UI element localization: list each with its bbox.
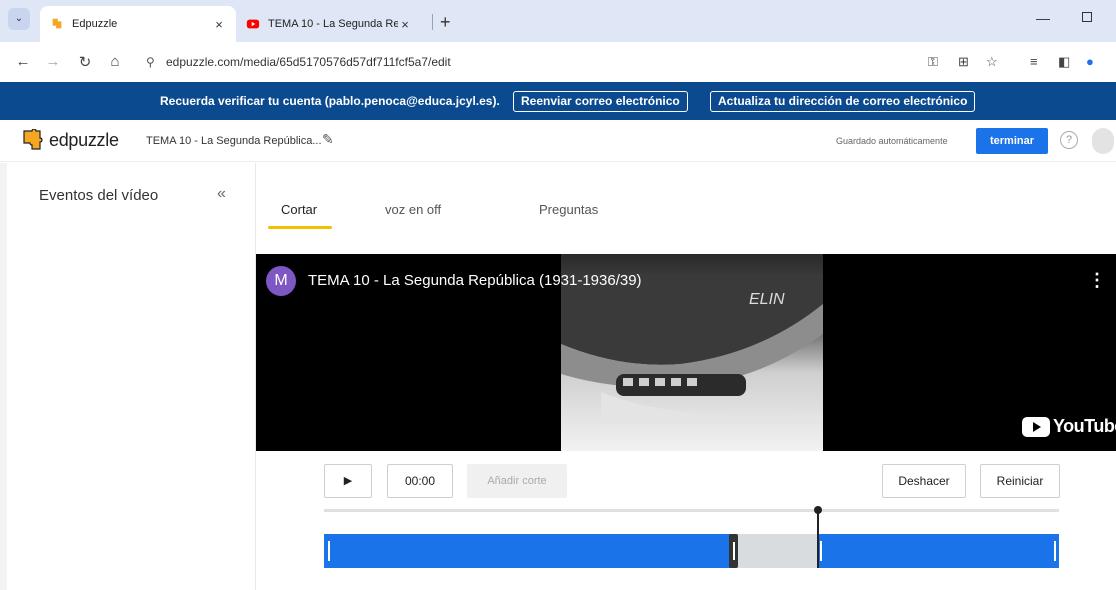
youtube-logo[interactable]: YouTube: [1022, 416, 1116, 437]
video-player[interactable]: ELIN M TEMA 10 - La Segunda República (1…: [256, 254, 1116, 451]
youtube-wordmark: YouTube: [1053, 416, 1116, 436]
side-panel-icon[interactable]: ◧: [1058, 54, 1070, 70]
banner-message: Recuerda verificar tu cuenta (pablo.peno…: [160, 94, 500, 108]
undo-button[interactable]: Deshacer: [882, 464, 966, 498]
address-bar[interactable]: ⚲ edpuzzle.com/media/65d5170576d57df711f…: [140, 48, 920, 76]
resend-email-button[interactable]: Reenviar correo electrónico: [513, 91, 688, 112]
app-header: edpuzzle TEMA 10 - La Segunda República.…: [0, 120, 1116, 162]
tab-title: Edpuzzle: [72, 18, 118, 30]
url-text: edpuzzle.com/media/65d5170576d57df711fcf…: [166, 55, 451, 69]
segment-start-handle[interactable]: [328, 541, 330, 561]
segment-start-handle[interactable]: [820, 541, 822, 561]
youtube-play-icon: [1022, 416, 1050, 437]
edit-title-pencil-icon[interactable]: ✎: [322, 131, 334, 148]
minimize-icon[interactable]: —: [1036, 10, 1050, 26]
edpuzzle-favicon-icon: [52, 18, 62, 29]
tab-strip: ⌄ Edpuzzle × TEMA 10 - La Segunda Repúbl…: [0, 0, 1116, 42]
tab-close-icon[interactable]: ×: [212, 17, 226, 32]
play-button[interactable]: ▶: [324, 464, 372, 498]
password-key-icon[interactable]: ⚿: [928, 54, 938, 70]
tab-cut[interactable]: Cortar: [281, 202, 317, 217]
back-icon[interactable]: ←: [14, 53, 32, 70]
cut-segment[interactable]: [732, 534, 818, 568]
restore-icon[interactable]: [1082, 12, 1092, 22]
cut-drag-handle[interactable]: [729, 534, 738, 568]
profile-icon[interactable]: ●: [1086, 54, 1094, 69]
frame-lettering: ELIN: [749, 291, 785, 308]
reset-button[interactable]: Reiniciar: [980, 464, 1060, 498]
time-input[interactable]: 00:00: [387, 464, 453, 498]
finish-button[interactable]: terminar: [976, 128, 1048, 154]
puzzle-logo-icon: [23, 129, 43, 150]
tab-youtube-video[interactable]: TEMA 10 - La Segunda Repúblic ×: [236, 6, 422, 42]
home-icon[interactable]: ⌂: [106, 53, 124, 70]
browser-window: ⌄ Edpuzzle × TEMA 10 - La Segunda Repúbl…: [0, 0, 1116, 590]
add-cut-button[interactable]: Añadir corte: [467, 464, 567, 498]
update-email-button[interactable]: Actualiza tu dirección de correo electró…: [710, 91, 976, 112]
new-tab-button[interactable]: +: [440, 12, 451, 33]
active-tab-indicator: [268, 226, 332, 229]
forward-icon[interactable]: →: [44, 53, 62, 70]
timeline-track[interactable]: [324, 509, 1059, 512]
verify-account-banner: Recuerda verificar tu cuenta (pablo.peno…: [0, 82, 1116, 120]
kept-segment-1[interactable]: [324, 534, 732, 568]
video-events-sidebar: Eventos del vídeo «: [7, 163, 256, 590]
tab-separator: [432, 14, 433, 30]
tab-title: TEMA 10 - La Segunda Repúblic: [268, 18, 398, 30]
kept-segment-2[interactable]: [818, 534, 1059, 568]
reload-icon[interactable]: ↻: [76, 53, 94, 71]
left-gutter: [0, 163, 7, 590]
tab-questions[interactable]: Preguntas: [539, 202, 598, 217]
reading-list-icon[interactable]: ≡: [1030, 54, 1038, 69]
sidebar-title: Eventos del vídeo: [39, 187, 159, 204]
help-icon[interactable]: ?: [1060, 131, 1078, 149]
site-info-icon[interactable]: ⚲: [146, 48, 155, 76]
segment-end-handle[interactable]: [1054, 541, 1056, 561]
browser-toolbar: ← → ↻ ⌂ ⚲ edpuzzle.com/media/65d5170576d…: [0, 42, 1116, 82]
edpuzzle-logo[interactable]: edpuzzle: [20, 129, 119, 151]
video-title: TEMA 10 - La Segunda República...: [146, 135, 322, 147]
youtube-favicon-icon: [246, 19, 260, 29]
playhead-line: [817, 512, 819, 568]
autosave-status: Guardado automáticamente: [836, 136, 948, 146]
zeppelin-image: ELIN: [561, 274, 823, 424]
channel-avatar[interactable]: M: [266, 266, 296, 296]
logo-text: edpuzzle: [49, 129, 119, 150]
tab-search-button[interactable]: ⌄: [8, 8, 30, 30]
translate-icon[interactable]: ⊞: [958, 54, 969, 70]
tab-voiceover[interactable]: voz en off: [385, 202, 441, 217]
video-overlay-title[interactable]: TEMA 10 - La Segunda República (1931-193…: [308, 272, 642, 289]
bookmark-star-icon[interactable]: ☆: [986, 54, 998, 70]
user-avatar[interactable]: [1092, 128, 1114, 154]
playhead-knob[interactable]: [814, 506, 822, 514]
tab-edpuzzle[interactable]: Edpuzzle ×: [40, 6, 236, 42]
collapse-sidebar-icon[interactable]: «: [217, 185, 226, 203]
tab-close-icon[interactable]: ×: [398, 17, 412, 32]
more-options-icon[interactable]: ⋮: [1088, 270, 1106, 291]
